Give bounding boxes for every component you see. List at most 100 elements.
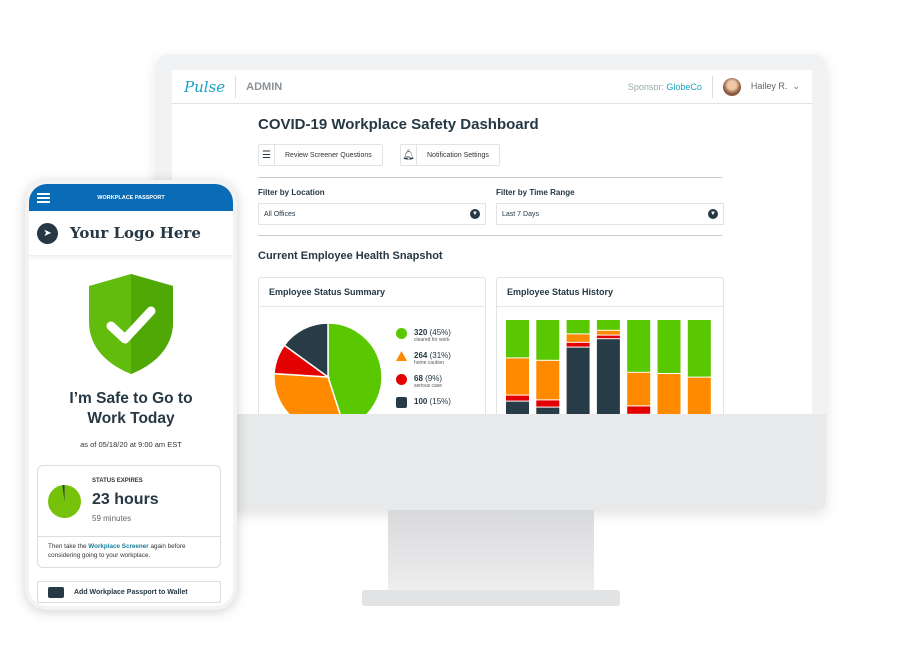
card-title: Employee Status Summary: [259, 278, 485, 307]
app-title: WORKPLACE PASSPORT: [97, 194, 165, 201]
bar-segment: [536, 407, 560, 414]
add-to-wallet-button[interactable]: Add Workplace Passport to Wallet: [37, 581, 221, 603]
button-label: Review Screener Questions: [285, 151, 372, 159]
bar-segment: [687, 320, 711, 377]
bar-segment: [627, 320, 651, 372]
legend-item: 100 (15%): [396, 397, 451, 410]
chevron-down-icon: ▼: [470, 209, 480, 219]
app-header: WORKPLACE PASSPORT: [29, 184, 233, 211]
legend-desc: home caution: [414, 360, 445, 366]
pie-chart: [273, 322, 383, 414]
timer-pie: [48, 485, 81, 518]
phone-app: WORKPLACE PASSPORT ➤ Your Logo Here I’m …: [25, 180, 237, 610]
status-heading: I’m Safe to Go to Work Today: [29, 389, 233, 429]
hours-remaining: 23 hours: [92, 491, 159, 508]
bar-segment: [506, 395, 529, 401]
sponsor-name: GlobeCo: [666, 81, 702, 92]
divider: [235, 75, 237, 98]
bar-segment: [596, 335, 620, 339]
button-label: Add Workplace Passport to Wallet: [74, 588, 188, 596]
bar-segment: [627, 406, 651, 414]
bar-segment: [596, 330, 620, 335]
location-filter-label: Filter by Location: [258, 188, 325, 197]
divider: [711, 75, 713, 98]
bar-segment: [687, 377, 711, 414]
time-range-select[interactable]: Last 7 Days ▼: [496, 203, 724, 225]
status-history-card: Employee Status History: [496, 277, 724, 414]
legend-item: 68 (9%) serious case: [396, 374, 451, 389]
bell-icon: 🔔︎: [401, 145, 417, 165]
chevron-down-icon: ⌄: [792, 81, 800, 91]
time-range-filter-label: Filter by Time Range: [496, 188, 575, 197]
circle-icon: [396, 374, 408, 387]
logo-bar: ➤ Your Logo Here: [29, 211, 233, 256]
monitor-base: [362, 590, 620, 606]
avatar[interactable]: [722, 77, 741, 96]
bar-segment: [566, 320, 590, 334]
workplace-screener-link[interactable]: Workplace Screener: [88, 543, 148, 550]
timestamp: as of 05/18/20 at 9:00 am EST: [80, 440, 182, 449]
monitor-chin: [157, 414, 826, 510]
minutes-remaining: 59 minutes: [92, 514, 132, 523]
review-screener-button[interactable]: ☰ Review Screener Questions: [258, 144, 383, 166]
legend-pct: (31%): [429, 351, 451, 360]
expiry-card: STATUS EXPIRES 23 hours 59 minutes Then …: [37, 465, 221, 568]
legend-pct: (9%): [425, 374, 443, 383]
section-label: ADMIN: [246, 80, 283, 93]
legend-text: 68 (9%) serious case: [414, 374, 442, 389]
status-line: Work Today: [87, 410, 175, 427]
triangle-icon: [396, 351, 408, 363]
status-line: I’m Safe to Go to: [69, 390, 193, 407]
circle-icon: [396, 328, 408, 341]
top-bar: Pulse ADMIN Sponsor: GlobeCo Hailey R. ⌄: [172, 70, 812, 104]
user-name: Hailey R.: [750, 81, 788, 91]
bar-segment: [596, 320, 620, 330]
list-icon: ☰: [259, 145, 275, 165]
shield-check-icon: [89, 274, 173, 374]
status-summary-card: Employee Status Summary 320 (45%) cleared…: [258, 277, 486, 414]
legend-text: 320 (45%) cleared for work: [414, 328, 451, 343]
bar-segment: [627, 372, 651, 406]
section-title: Current Employee Health Snapshot: [258, 250, 443, 262]
legend: 320 (45%) cleared for work 264 (31%) home c…: [396, 328, 451, 414]
legend-text: 264 (31%) home caution: [414, 351, 451, 366]
bar-segment: [566, 347, 590, 414]
bar-segment: [657, 320, 681, 373]
divider: [38, 536, 220, 537]
legend-item: 320 (45%) cleared for work: [396, 328, 451, 343]
legend-count: 68: [414, 374, 423, 383]
chevron-down-icon: ▼: [708, 209, 718, 219]
screener-note: Then take the Workplace Screener again b…: [48, 542, 214, 560]
bar-segment: [506, 320, 529, 358]
legend-desc: serious case: [414, 383, 443, 389]
admin-dashboard: Pulse ADMIN Sponsor: GlobeCo Hailey R. ⌄…: [172, 70, 812, 414]
notification-settings-button[interactable]: 🔔︎ Notification Settings: [400, 144, 500, 166]
bar-segment: [566, 334, 590, 342]
location-select[interactable]: All Offices ▼: [258, 203, 486, 225]
select-value: All Offices: [264, 210, 296, 218]
legend-text: 100 (15%): [414, 397, 451, 406]
legend-pct: (15%): [429, 397, 451, 406]
bar-segment: [536, 320, 560, 360]
bar-segment: [536, 400, 560, 407]
bar-segment: [657, 374, 681, 414]
stacked-bar-chart: [506, 320, 711, 414]
wallet-icon: [48, 586, 64, 598]
expires-label: STATUS EXPIRES: [92, 478, 143, 484]
brand-logo[interactable]: Pulse: [184, 78, 225, 96]
note-text: Then take the: [48, 543, 89, 550]
sponsor: Sponsor: GlobeCo: [628, 82, 702, 92]
bar-segment: [506, 358, 529, 395]
card-title: Employee Status History: [497, 278, 723, 307]
user-menu[interactable]: Hailey R. ⌄: [751, 81, 800, 92]
bar-segment: [536, 360, 560, 400]
menu-icon[interactable]: [37, 193, 50, 205]
legend-pct: (45%): [429, 328, 451, 337]
bar-segment: [596, 339, 620, 414]
page-title: COVID-19 Workplace Safety Dashboard: [258, 116, 539, 133]
legend-count: 100: [414, 397, 428, 406]
divider: [258, 235, 722, 236]
legend-count: 320: [414, 328, 428, 337]
paper-plane-icon: ➤: [37, 222, 58, 244]
legend-item: 264 (31%) home caution: [396, 351, 451, 366]
